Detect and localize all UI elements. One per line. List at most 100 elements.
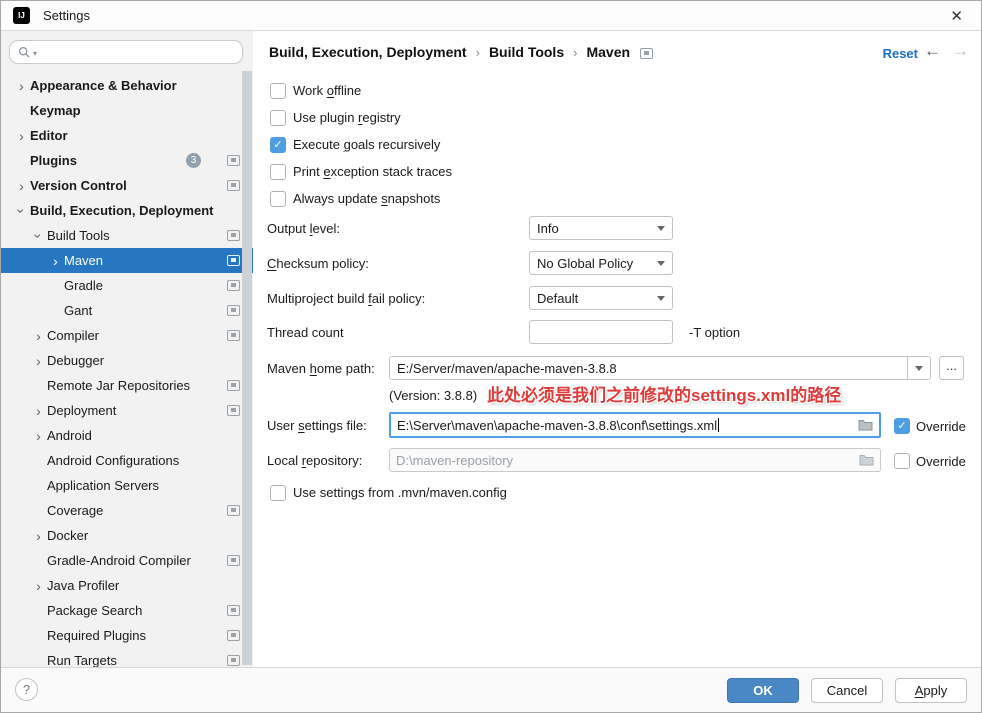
sidebar-item-version-control[interactable]: › Version Control	[1, 173, 253, 198]
help-button[interactable]: ?	[15, 678, 38, 701]
sidebar-item-gant[interactable]: Gant	[1, 298, 253, 323]
checkbox-box[interactable]	[270, 190, 286, 207]
user-settings-override[interactable]: ✓ Override	[894, 418, 966, 434]
search-caret-icon[interactable]: ▾	[33, 49, 37, 58]
cancel-button[interactable]: Cancel	[811, 678, 883, 703]
sidebar-item-build-execution-deployment[interactable]: › Build, Execution, Deployment	[1, 198, 253, 223]
browse-button[interactable]: ...	[939, 356, 964, 380]
checkbox-use-plugin-registry[interactable]: Use plugin registry	[270, 109, 401, 126]
dropdown-arrow-icon	[657, 295, 665, 301]
sidebar-item-label: Java Profiler	[47, 578, 120, 593]
sidebar-item-required-plugins[interactable]: Required Plugins	[1, 623, 253, 648]
chevron-icon[interactable]: ›	[32, 329, 45, 343]
breadcrumb-item[interactable]: Maven	[586, 44, 630, 60]
sidebar-item-label: Keymap	[30, 103, 81, 118]
checkbox-work-offline[interactable]: Work offline	[270, 82, 361, 99]
breadcrumb: Build, Execution, Deployment › Build Tools…	[269, 44, 654, 60]
combobox-arrow-button[interactable]	[907, 357, 930, 379]
sidebar-item-application-servers[interactable]: Application Servers	[1, 473, 253, 498]
checkbox-box[interactable]: ✓	[894, 418, 910, 434]
window-title: Settings	[43, 8, 90, 23]
ok-button[interactable]: OK	[727, 678, 799, 703]
sidebar-item-gradle-android-compiler[interactable]: Gradle-Android Compiler	[1, 548, 253, 573]
checkbox-box[interactable]: ✓	[270, 136, 286, 153]
screen-icon	[227, 630, 240, 641]
checkbox-box[interactable]	[894, 453, 910, 469]
chevron-icon[interactable]: ›	[32, 529, 45, 543]
breadcrumb-item[interactable]: Build, Execution, Deployment	[269, 44, 467, 60]
sidebar-item-maven[interactable]: › Maven	[1, 248, 253, 273]
sidebar-item-compiler[interactable]: › Compiler	[1, 323, 253, 348]
chevron-icon[interactable]: ›	[49, 254, 62, 268]
chevron-icon[interactable]: ›	[15, 179, 28, 193]
sidebar-item-label: Gant	[64, 303, 93, 318]
sidebar-item-label: Remote Jar Repositories	[47, 378, 191, 393]
settings-page-icon	[640, 47, 654, 59]
sidebar-item-label: Gradle-Android Compiler	[47, 553, 191, 568]
sidebar-item-label: Coverage	[47, 503, 104, 518]
select-value: Info	[537, 220, 559, 236]
checkbox-box[interactable]	[270, 484, 286, 501]
sidebar-item-remote-jar-repositories[interactable]: Remote Jar Repositories	[1, 373, 253, 398]
local-repository-override[interactable]: Override	[894, 453, 966, 469]
sidebar-item-keymap[interactable]: Keymap	[1, 98, 253, 123]
screen-icon	[227, 255, 240, 266]
chevron-icon[interactable]: ›	[32, 354, 45, 368]
apply-button[interactable]: Apply	[895, 678, 967, 703]
chevron-icon[interactable]: ›	[31, 229, 47, 242]
local-repository-label: Local repository:	[267, 453, 363, 468]
folder-icon[interactable]	[858, 419, 879, 431]
settings-window: IJ Settings ✕ ▾ › Appearance & Behavior …	[0, 0, 982, 713]
sidebar-scrollbar[interactable]	[242, 71, 252, 665]
sidebar-item-appearance-behavior[interactable]: › Appearance & Behavior	[1, 73, 253, 98]
sidebar-item-gradle[interactable]: Gradle	[1, 273, 253, 298]
chevron-icon[interactable]: ›	[32, 429, 45, 443]
sidebar-item-deployment[interactable]: › Deployment	[1, 398, 253, 423]
sidebar-item-docker[interactable]: › Docker	[1, 523, 253, 548]
sidebar-item-label: Gradle	[64, 278, 104, 293]
sidebar-item-label: Debugger	[47, 353, 105, 368]
reset-link[interactable]: Reset	[883, 46, 918, 61]
sidebar-item-build-tools[interactable]: › Build Tools	[1, 223, 253, 248]
checkbox-print-exception-stack-traces[interactable]: Print exception stack traces	[270, 163, 452, 180]
sidebar-item-android-configurations[interactable]: Android Configurations	[1, 448, 253, 473]
sidebar-item-run-targets[interactable]: Run Targets	[1, 648, 253, 667]
maven-home-combobox[interactable]: E:/Server/maven/apache-maven-3.8.8	[389, 356, 931, 380]
checksum-policy-select[interactable]: No Global Policy	[529, 251, 673, 275]
search-icon	[18, 46, 30, 57]
screen-icon	[227, 330, 240, 341]
sidebar-item-label: Application Servers	[47, 478, 159, 493]
chevron-icon[interactable]: ›	[15, 129, 28, 143]
checkbox-box[interactable]	[270, 109, 286, 126]
multiproject-fail-policy-select[interactable]: Default	[529, 286, 673, 310]
checkbox-execute-goals-recursively[interactable]: ✓ Execute goals recursively	[270, 136, 440, 153]
folder-icon	[859, 454, 880, 466]
sidebar-item-coverage[interactable]: Coverage	[1, 498, 253, 523]
chevron-icon[interactable]: ›	[32, 579, 45, 593]
sidebar-item-android[interactable]: › Android	[1, 423, 253, 448]
user-settings-file-input[interactable]: E:\Server\maven\apache-maven-3.8.8\conf\…	[389, 412, 881, 438]
override-label: Override	[916, 418, 966, 434]
annotation-text: 此处必须是我们之前修改的settings.xml的路径	[487, 386, 842, 405]
thread-count-input[interactable]	[529, 320, 673, 344]
checkbox-label: Execute goals recursively	[293, 137, 441, 152]
checkbox-box[interactable]	[270, 163, 286, 180]
settings-search-input[interactable]: ▾	[9, 40, 243, 64]
chevron-icon[interactable]: ›	[15, 79, 28, 93]
checkbox-use-mvn-config[interactable]: Use settings from .mvn/maven.config	[270, 484, 507, 501]
checkbox-box[interactable]	[270, 82, 286, 99]
sidebar-item-label: Package Search	[47, 603, 143, 618]
checkbox-always-update-snapshots[interactable]: Always update snapshots	[270, 190, 440, 207]
chevron-icon[interactable]: ›	[14, 204, 30, 217]
forward-arrow-icon: →	[952, 41, 969, 60]
output-level-select[interactable]: Info	[529, 216, 673, 240]
sidebar-item-plugins[interactable]: Plugins 3	[1, 148, 253, 173]
close-icon[interactable]: ✕	[944, 7, 969, 25]
sidebar-item-editor[interactable]: › Editor	[1, 123, 253, 148]
sidebar-item-java-profiler[interactable]: › Java Profiler	[1, 573, 253, 598]
sidebar-item-package-search[interactable]: Package Search	[1, 598, 253, 623]
sidebar-item-debugger[interactable]: › Debugger	[1, 348, 253, 373]
back-arrow-icon[interactable]: ←	[924, 42, 941, 59]
breadcrumb-item[interactable]: Build Tools	[489, 44, 564, 60]
chevron-icon[interactable]: ›	[32, 404, 45, 418]
